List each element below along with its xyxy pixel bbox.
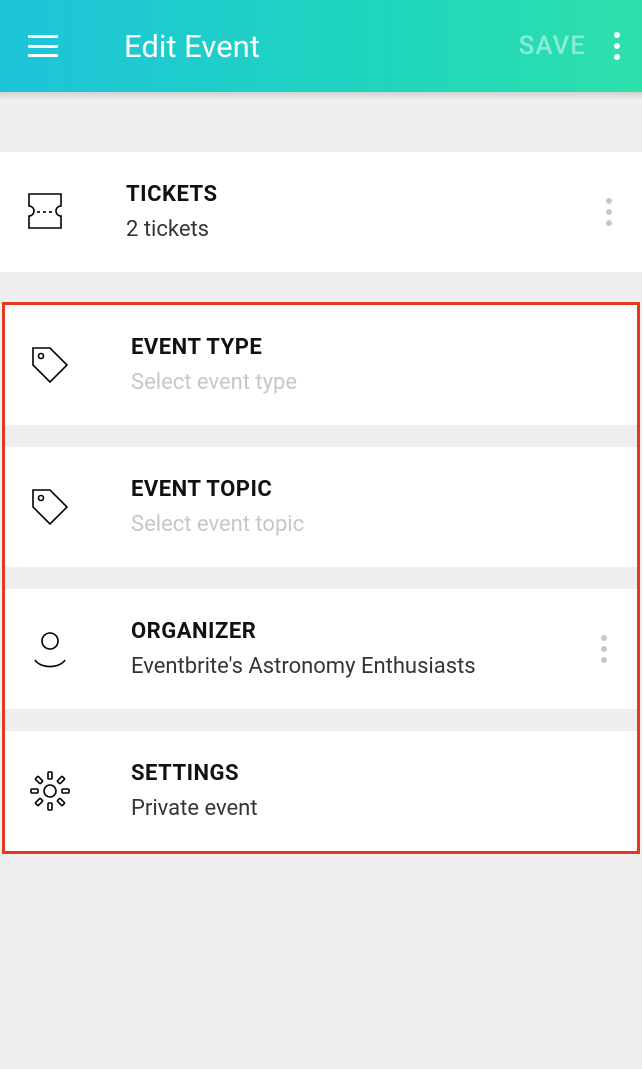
event-topic-row[interactable]: EVENT TOPIC Select event topic bbox=[5, 447, 637, 567]
settings-subtitle: Private event bbox=[131, 796, 613, 821]
event-type-row[interactable]: EVENT TYPE Select event type bbox=[5, 305, 637, 425]
person-icon bbox=[27, 626, 73, 672]
event-topic-subtitle: Select event topic bbox=[131, 512, 613, 537]
event-topic-content: EVENT TOPIC Select event topic bbox=[131, 477, 613, 537]
settings-row[interactable]: SETTINGS Private event bbox=[5, 731, 637, 851]
settings-title: SETTINGS bbox=[131, 761, 613, 786]
event-type-title: EVENT TYPE bbox=[131, 335, 613, 360]
spacer bbox=[0, 272, 642, 302]
tickets-row[interactable]: TICKETS 2 tickets bbox=[0, 152, 642, 272]
more-options-icon[interactable] bbox=[614, 32, 620, 60]
separator bbox=[5, 567, 637, 589]
organizer-more-icon[interactable] bbox=[601, 635, 607, 663]
tickets-subtitle: 2 tickets bbox=[126, 217, 606, 242]
save-button[interactable]: SAVE bbox=[519, 31, 586, 61]
event-type-subtitle: Select event type bbox=[131, 370, 613, 395]
event-topic-title: EVENT TOPIC bbox=[131, 477, 613, 502]
app-header: Edit Event SAVE bbox=[0, 0, 642, 92]
highlighted-section: EVENT TYPE Select event type EVENT TOPIC… bbox=[2, 302, 640, 854]
tag-icon bbox=[27, 484, 73, 530]
organizer-title: ORGANIZER bbox=[131, 619, 601, 644]
gear-icon bbox=[27, 768, 73, 814]
tickets-content: TICKETS 2 tickets bbox=[126, 182, 606, 242]
ticket-icon bbox=[22, 189, 68, 235]
settings-content: SETTINGS Private event bbox=[131, 761, 613, 821]
page-title: Edit Event bbox=[124, 28, 519, 65]
tag-icon bbox=[27, 342, 73, 388]
tickets-title: TICKETS bbox=[126, 182, 606, 207]
event-type-content: EVENT TYPE Select event type bbox=[131, 335, 613, 395]
separator bbox=[5, 709, 637, 731]
separator bbox=[5, 425, 637, 447]
spacer bbox=[0, 100, 642, 152]
organizer-content: ORGANIZER Eventbrite's Astronomy Enthusi… bbox=[131, 619, 601, 679]
organizer-subtitle: Eventbrite's Astronomy Enthusiasts bbox=[131, 654, 601, 679]
organizer-row[interactable]: ORGANIZER Eventbrite's Astronomy Enthusi… bbox=[5, 589, 637, 709]
header-shadow bbox=[0, 92, 642, 100]
tickets-more-icon[interactable] bbox=[606, 198, 612, 226]
hamburger-menu-icon[interactable] bbox=[28, 35, 58, 57]
